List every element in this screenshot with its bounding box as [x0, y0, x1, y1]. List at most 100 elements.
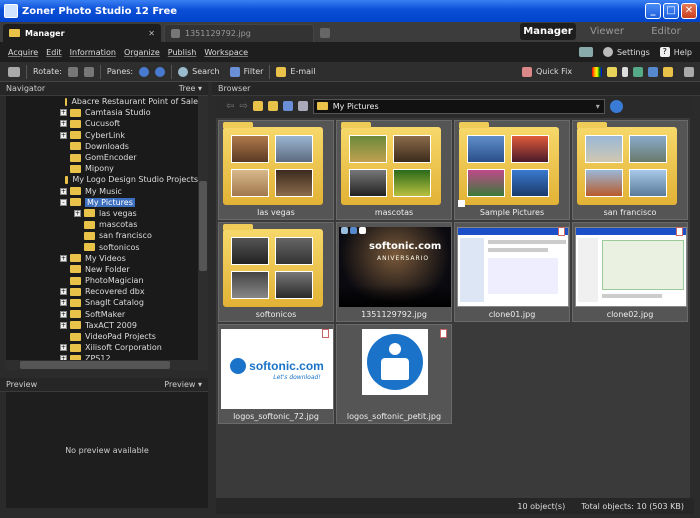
new-folder-icon[interactable]: [267, 101, 278, 111]
toolbar-separator: [99, 64, 101, 79]
monitor-icon[interactable]: [578, 47, 593, 57]
preview-mode-dropdown[interactable]: Preview ▾: [164, 380, 202, 389]
help-label: Help: [673, 47, 692, 57]
expand-icon[interactable]: +: [60, 109, 67, 117]
view-mode-icon[interactable]: [297, 101, 308, 111]
email-button[interactable]: E-mail: [276, 66, 316, 77]
rotate-right-icon[interactable]: [83, 66, 94, 77]
navigator-mode-dropdown[interactable]: Tree ▾: [179, 84, 202, 93]
expand-icon[interactable]: +: [60, 187, 67, 195]
camera-icon[interactable]: [8, 66, 20, 77]
maximize-button[interactable]: □: [663, 3, 679, 19]
thumbnail-image[interactable]: softonic.com ANIVERSARIO 1351129792.jpg: [336, 222, 452, 322]
collapse-icon[interactable]: -: [60, 198, 67, 206]
tree-item[interactable]: My Logo Design Studio Projects: [6, 174, 198, 185]
menu-acquire[interactable]: Acquire: [8, 48, 38, 57]
color-icon[interactable]: [592, 66, 602, 77]
expand-icon[interactable]: +: [60, 344, 67, 352]
tree-item[interactable]: + TaxACT 2009: [6, 320, 198, 331]
tree-item[interactable]: Abacre Restaurant Point of Sale: [6, 96, 198, 107]
tree-item[interactable]: + SnagIt Catalog: [6, 297, 198, 308]
tree-item[interactable]: softonicos: [6, 241, 198, 252]
tree-item[interactable]: + ZPS12: [6, 353, 198, 360]
mode-tab-editor[interactable]: Editor: [638, 23, 694, 40]
path-dropdown[interactable]: My Pictures ▾: [312, 98, 605, 114]
close-button[interactable]: ✕: [681, 3, 697, 19]
expand-icon[interactable]: +: [60, 254, 67, 262]
menu-edit[interactable]: Edit: [46, 48, 62, 57]
tree-item[interactable]: GomEncoder: [6, 152, 198, 163]
tab-manager-doc[interactable]: Manager ✕: [3, 24, 161, 42]
sort-icon[interactable]: [282, 101, 293, 111]
thumbnail-image[interactable]: clone01.jpg: [454, 222, 570, 322]
expand-icon[interactable]: +: [60, 288, 67, 296]
tree-item[interactable]: + Recovered dbx: [6, 286, 198, 297]
menu-workspace[interactable]: Workspace: [204, 48, 248, 57]
tree-item[interactable]: Mipony: [6, 163, 198, 174]
options-icon[interactable]: [684, 66, 694, 77]
mode-tab-manager[interactable]: Manager: [520, 23, 576, 40]
search-button[interactable]: Search: [178, 66, 220, 77]
tree-item[interactable]: mascotas: [6, 219, 198, 230]
tab-image-doc[interactable]: 1351129792.jpg: [164, 24, 314, 42]
thumbnail-image[interactable]: softonic.com Let's download! logos_softo…: [218, 324, 334, 424]
brightness-icon[interactable]: [607, 66, 617, 77]
forward-arrow-icon[interactable]: ⇨: [239, 101, 247, 112]
tree-item[interactable]: + Cucusoft: [6, 118, 198, 129]
new-tab-icon[interactable]: [320, 28, 330, 38]
tree-item[interactable]: + My Music: [6, 186, 198, 197]
expand-icon[interactable]: +: [60, 310, 67, 318]
menu-information[interactable]: Information: [70, 48, 116, 57]
folder-up-icon[interactable]: [252, 101, 263, 111]
lightbulb-icon[interactable]: [663, 66, 673, 77]
thumbnail-folder[interactable]: las vegas: [218, 120, 334, 220]
thumbnail-folder[interactable]: Sample Pictures: [454, 120, 570, 220]
tree-item[interactable]: + Xilisoft Corporation: [6, 342, 198, 353]
thumbnail-image[interactable]: logos_softonic_petit.jpg: [336, 324, 452, 424]
adjust-icon[interactable]: [622, 66, 628, 77]
menu-publish[interactable]: Publish: [168, 48, 197, 57]
rotate-left-icon[interactable]: [67, 66, 78, 77]
mode-tab-viewer[interactable]: Viewer: [579, 23, 635, 40]
pane-left-icon[interactable]: [139, 66, 150, 77]
thumbnail-folder[interactable]: san francisco: [572, 120, 688, 220]
refresh-icon[interactable]: [609, 99, 623, 113]
thumbnail-image[interactable]: clone02.jpg: [572, 222, 688, 322]
pane-right-icon[interactable]: [155, 66, 166, 77]
tree-item[interactable]: + Camtasia Studio: [6, 107, 198, 118]
thumbnail-folder[interactable]: mascotas: [336, 120, 452, 220]
close-tab-icon[interactable]: ✕: [148, 29, 155, 38]
tree-item[interactable]: New Folder: [6, 264, 198, 275]
quick-fix-button[interactable]: Quick Fix: [522, 66, 572, 77]
tree-item[interactable]: PhotoMagician: [6, 275, 198, 286]
tree-item[interactable]: - My Pictures: [6, 197, 198, 208]
tree-item[interactable]: + My Videos: [6, 253, 198, 264]
help-button[interactable]: ? Help: [659, 47, 692, 57]
settings-button[interactable]: Settings: [602, 47, 650, 57]
tree-item[interactable]: san francisco: [6, 230, 198, 241]
back-arrow-icon[interactable]: ⇦: [226, 101, 234, 112]
scrollbar-thumb[interactable]: [199, 181, 207, 271]
tree-item[interactable]: Downloads: [6, 141, 198, 152]
preview-area: No preview available: [6, 392, 208, 508]
thumbnail-folder[interactable]: softonicos: [218, 222, 334, 322]
expand-icon[interactable]: +: [60, 131, 67, 139]
tree-item[interactable]: + CyberLink: [6, 130, 198, 141]
tree-item[interactable]: + SoftMaker: [6, 309, 198, 320]
expand-icon[interactable]: +: [74, 209, 81, 217]
expand-icon[interactable]: +: [60, 321, 67, 329]
expand-icon[interactable]: +: [60, 299, 67, 307]
expand-icon[interactable]: +: [60, 120, 67, 128]
navigator-horizontal-scrollbar[interactable]: [6, 360, 208, 370]
filter-button[interactable]: Filter: [229, 66, 263, 77]
resize-icon[interactable]: [648, 66, 658, 77]
rotate-label: Rotate:: [33, 67, 62, 76]
navigator-vertical-scrollbar[interactable]: [198, 96, 208, 360]
tree-item[interactable]: VideoPad Projects: [6, 331, 198, 342]
minimize-button[interactable]: _: [645, 3, 661, 19]
scrollbar-thumb[interactable]: [20, 361, 170, 369]
image-icon[interactable]: [633, 66, 643, 77]
menu-organize[interactable]: Organize: [124, 48, 160, 57]
tree-item[interactable]: + las vegas: [6, 208, 198, 219]
